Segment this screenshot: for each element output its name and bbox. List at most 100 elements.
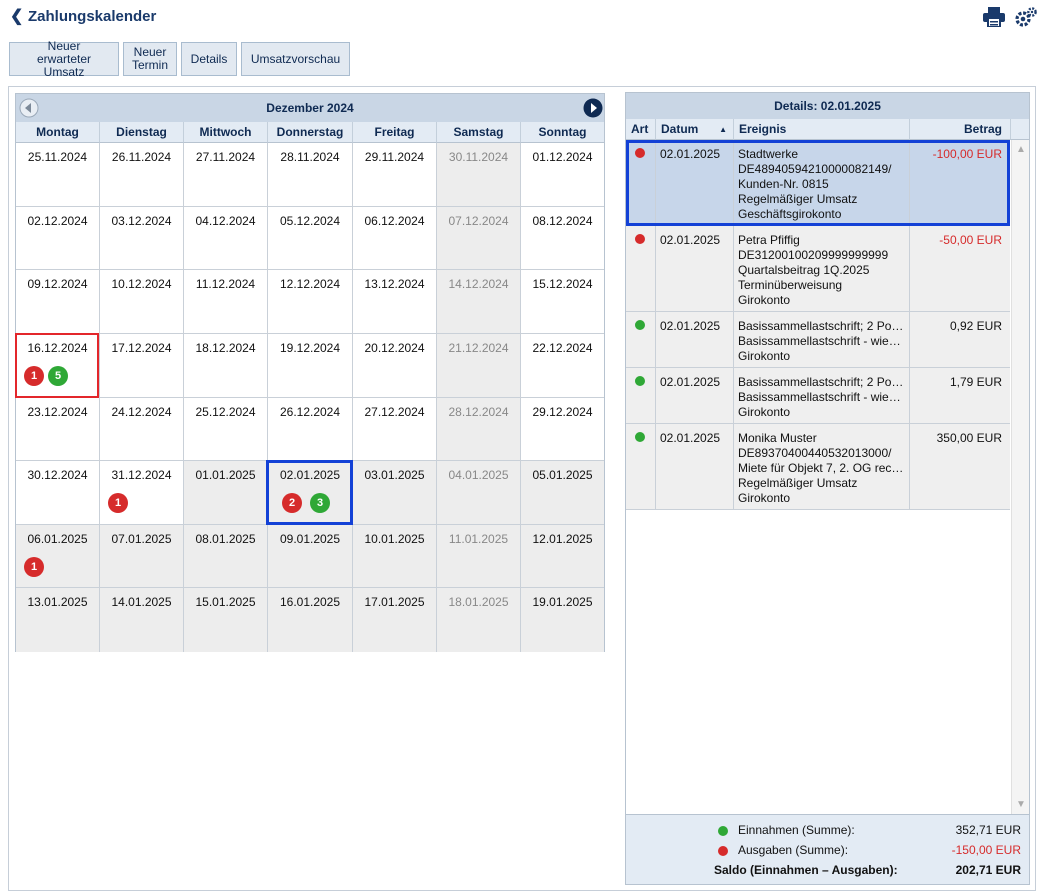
calendar-day-cell[interactable]: 19.01.2025 <box>521 588 604 652</box>
calendar-day-date: 01.01.2025 <box>195 468 256 482</box>
calendar-day-cell[interactable]: 25.11.2024 <box>16 143 100 207</box>
calendar-day-cell[interactable]: 30.11.2024 <box>437 143 521 207</box>
calendar-day-date: 10.01.2025 <box>364 532 425 546</box>
calendar-day-date: 11.01.2025 <box>448 532 509 546</box>
row-event-line: DE31200100209999999999 <box>738 248 889 262</box>
expense-count-badge[interactable]: 2 <box>282 493 302 513</box>
calendar-day-cell[interactable]: 04.01.2025 <box>437 461 521 525</box>
details-row[interactable]: 02.01.2025 Monika Muster DE893704004405320… <box>626 424 1010 510</box>
calendar-day-cell[interactable]: 04.12.2024 <box>184 207 268 270</box>
details-row[interactable]: 02.01.2025 Petra Pfiffig DE312001002099999… <box>626 226 1010 312</box>
details-scrollbar[interactable]: ▲ ▼ <box>1011 140 1029 814</box>
calendar-day-cell[interactable]: 27.12.2024 <box>353 398 437 461</box>
calendar-day-cell[interactable]: 11.12.2024 <box>184 270 268 334</box>
calendar-day-cell[interactable]: 07.01.2025 <box>100 525 184 588</box>
calendar-day-cell[interactable]: 21.12.2024 <box>437 334 521 398</box>
calendar-day-cell[interactable]: 15.01.2025 <box>184 588 268 652</box>
scroll-up-icon[interactable]: ▲ <box>1016 144 1026 155</box>
scroll-down-icon[interactable]: ▼ <box>1016 799 1026 810</box>
calendar-day-cell[interactable]: 18.01.2025 <box>437 588 521 652</box>
next-month-icon[interactable] <box>583 98 603 118</box>
new-expected-transaction-button[interactable]: Neuer erwarteter Umsatz <box>9 39 119 78</box>
calendar-day-cell[interactable]: 29.11.2024 <box>353 143 437 207</box>
transaction-preview-button[interactable]: Umsatzvorschau <box>241 42 350 76</box>
calendar-day-cell[interactable]: 28.11.2024 <box>268 143 353 207</box>
calendar-day-cell[interactable]: 13.12.2024 <box>353 270 437 334</box>
calendar-day-cell[interactable]: 09.01.2025 <box>268 525 353 588</box>
details-row[interactable]: 02.01.2025 Stadtwerke DE489405942100000821… <box>626 140 1010 226</box>
calendar-day-date: 04.01.2025 <box>448 468 509 482</box>
column-datum[interactable]: Datum ▲ <box>656 119 734 140</box>
column-betrag[interactable]: Betrag <box>910 119 1011 140</box>
row-event-line: Regelmäßiger Umsatz <box>738 476 858 490</box>
calendar-day-cell[interactable]: 10.12.2024 <box>100 270 184 334</box>
calendar-day-cell[interactable]: 13.01.2025 <box>16 588 100 652</box>
calendar-day-cell[interactable]: 16.12.2024 1 5 <box>16 334 100 398</box>
calendar-day-cell[interactable]: 19.12.2024 <box>268 334 353 398</box>
calendar-day-cell[interactable]: 08.12.2024 <box>521 207 604 270</box>
row-amount: 350,00 EUR <box>936 431 1002 445</box>
calendar-day-date: 28.12.2024 <box>448 405 509 419</box>
calendar-day-cell[interactable]: 23.12.2024 <box>16 398 100 461</box>
printer-icon[interactable] <box>983 7 1005 27</box>
calendar-day-date: 04.12.2024 <box>195 214 256 228</box>
new-appointment-button[interactable]: Neuer Termin <box>123 42 177 76</box>
prev-month-icon[interactable] <box>19 98 39 118</box>
details-row[interactable]: 02.01.2025 Basissammellastschrift; 2 Post… <box>626 312 1010 368</box>
calendar-day-cell[interactable]: 11.01.2025 <box>437 525 521 588</box>
expense-count-badge[interactable]: 1 <box>108 493 128 513</box>
calendar-day-cell[interactable]: 12.12.2024 <box>268 270 353 334</box>
row-event-line: Girokonto <box>738 405 791 419</box>
expense-count-badge[interactable]: 1 <box>24 557 44 577</box>
calendar-day-cell[interactable]: 15.12.2024 <box>521 270 604 334</box>
calendar-day-cell[interactable]: 14.01.2025 <box>100 588 184 652</box>
row-event-line: Geschäftsgirokonto <box>738 207 842 221</box>
calendar-day-cell[interactable]: 17.12.2024 <box>100 334 184 398</box>
gear-icon[interactable] <box>1014 6 1038 28</box>
calendar-day-cell[interactable]: 28.12.2024 <box>437 398 521 461</box>
calendar-day-cell[interactable]: 26.11.2024 <box>100 143 184 207</box>
calendar-day-cell[interactable]: 18.12.2024 <box>184 334 268 398</box>
calendar-day-cell[interactable]: 02.12.2024 <box>16 207 100 270</box>
calendar-day-cell[interactable]: 01.01.2025 <box>184 461 268 525</box>
calendar-day-cell[interactable]: 16.01.2025 <box>268 588 353 652</box>
details-button[interactable]: Details <box>181 42 237 76</box>
calendar-day-cell[interactable]: 06.12.2024 <box>353 207 437 270</box>
calendar-day-cell[interactable]: 12.01.2025 <box>521 525 604 588</box>
calendar-day-cell[interactable]: 20.12.2024 <box>353 334 437 398</box>
income-count-badge[interactable]: 5 <box>48 366 68 386</box>
calendar-day-date: 15.01.2025 <box>195 595 256 609</box>
row-event: Stadtwerke DE48940594210000082149/Kunden-… <box>738 147 906 222</box>
calendar-day-cell[interactable]: 03.12.2024 <box>100 207 184 270</box>
calendar-day-cell[interactable]: 25.12.2024 <box>184 398 268 461</box>
calendar-day-cell[interactable]: 09.12.2024 <box>16 270 100 334</box>
calendar-day-cell[interactable]: 02.01.2025 2 3 <box>268 461 353 525</box>
row-event-line: Monika Muster <box>738 431 817 445</box>
calendar-day-cell[interactable]: 08.01.2025 <box>184 525 268 588</box>
calendar-day-cell[interactable]: 30.12.2024 <box>16 461 100 525</box>
column-ereignis[interactable]: Ereignis <box>734 119 910 140</box>
calendar-day-cell[interactable]: 17.01.2025 <box>353 588 437 652</box>
calendar-day-cell[interactable]: 14.12.2024 <box>437 270 521 334</box>
calendar-day-cell[interactable]: 27.11.2024 <box>184 143 268 207</box>
calendar-day-cell[interactable]: 06.01.2025 1 <box>16 525 100 588</box>
calendar-day-cell[interactable]: 31.12.2024 1 <box>100 461 184 525</box>
column-art[interactable]: Art <box>626 119 656 140</box>
calendar-day-cell[interactable]: 10.01.2025 <box>353 525 437 588</box>
calendar-day-cell[interactable]: 05.12.2024 <box>268 207 353 270</box>
calendar-day-cell[interactable]: 26.12.2024 <box>268 398 353 461</box>
calendar-day-cell[interactable]: 22.12.2024 <box>521 334 604 398</box>
calendar-day-cell[interactable]: 24.12.2024 <box>100 398 184 461</box>
calendar-day-date: 05.01.2025 <box>532 468 593 482</box>
calendar-day-cell[interactable]: 07.12.2024 <box>437 207 521 270</box>
calendar-day-cell[interactable]: 05.01.2025 <box>521 461 604 525</box>
chevron-left-icon[interactable]: ❮ <box>10 6 23 26</box>
calendar-day-cell[interactable]: 03.01.2025 <box>353 461 437 525</box>
expense-count-badge[interactable]: 1 <box>24 366 44 386</box>
calendar-day-cell[interactable]: 29.12.2024 <box>521 398 604 461</box>
page-header: ❮ Zahlungskalender <box>0 0 1041 36</box>
calendar-day-cell[interactable]: 01.12.2024 <box>521 143 604 207</box>
row-amount: 1,79 EUR <box>949 375 1002 389</box>
details-row[interactable]: 02.01.2025 Basissammellastschrift; 2 Post… <box>626 368 1010 424</box>
income-count-badge[interactable]: 3 <box>310 493 330 513</box>
